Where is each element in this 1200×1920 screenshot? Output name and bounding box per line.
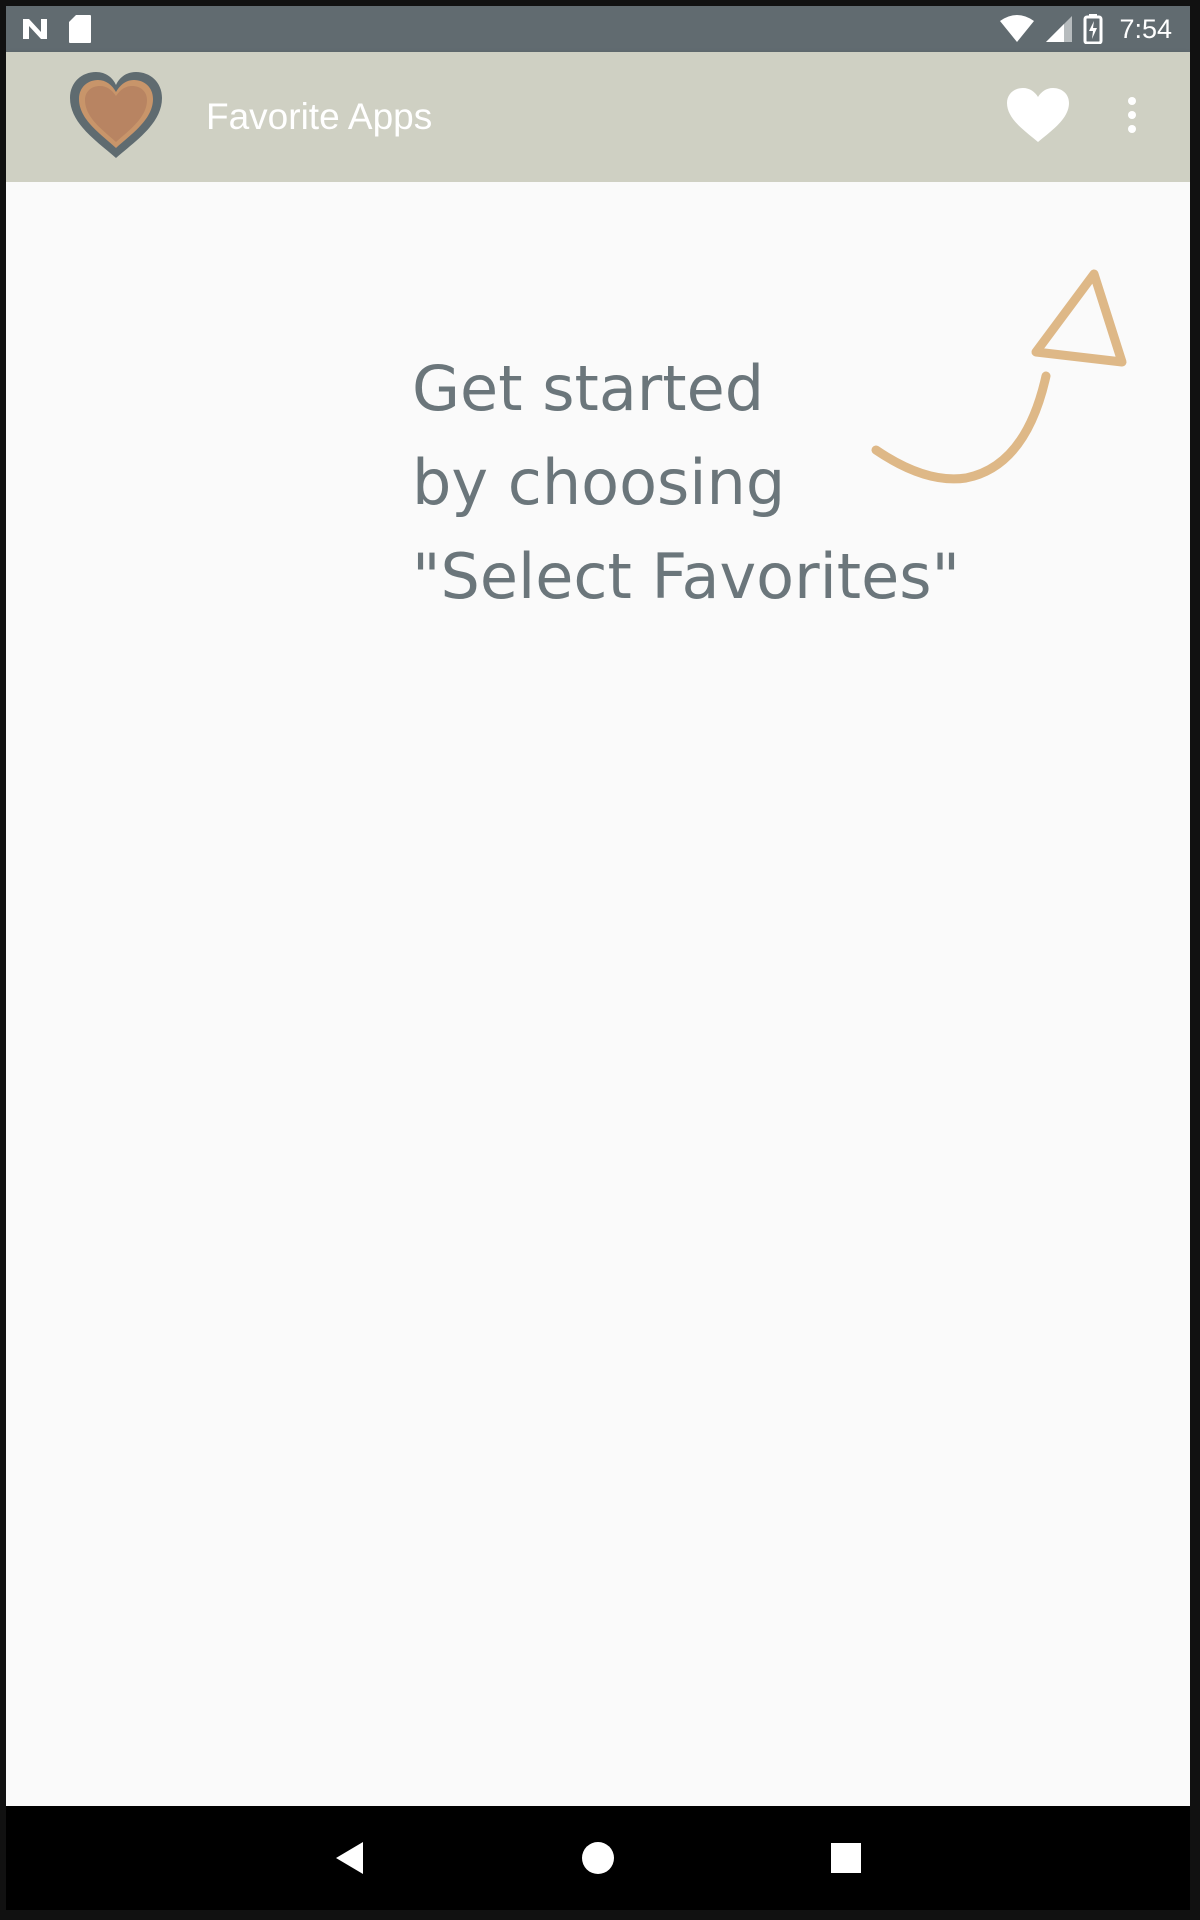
content-area: Get started by choosing "Select Favorite… [6,182,1190,1806]
status-bar: 7:54 [6,6,1190,52]
app-title: Favorite Apps [206,96,433,137]
home-button[interactable] [568,1828,628,1888]
signal-icon [1046,16,1073,42]
hint-line: by choosing [412,446,786,519]
back-icon [336,1842,363,1874]
get-started-hint: Get started by choosing "Select Favorite… [412,342,960,624]
navigation-bar [6,1806,1190,1910]
status-time: 7:54 [1119,13,1172,44]
app-bar: Favorite Apps [6,52,1190,182]
select-favorites-button[interactable] [1002,82,1074,148]
hint-line: Get started [412,352,765,425]
overflow-menu-button[interactable] [1110,82,1154,148]
device-frame: 7:54 Favorite Apps Get started by choosi… [0,0,1200,1920]
status-right-icons: 7:54 [999,13,1172,45]
n-notification-icon [23,19,47,39]
more-vert-icon [1128,97,1136,133]
heart-icon [1007,88,1069,142]
status-left-icons [20,13,92,45]
home-icon [582,1842,614,1874]
screen: 7:54 Favorite Apps Get started by choosi… [6,6,1190,1910]
wifi-icon [1000,15,1035,42]
hint-line: "Select Favorites" [412,540,961,613]
battery-charging-icon [1083,14,1103,44]
heart-logo-icon [70,72,162,158]
recents-icon [831,1843,861,1873]
back-button[interactable] [320,1828,380,1888]
recents-button[interactable] [816,1828,876,1888]
sd-card-icon [69,15,91,43]
